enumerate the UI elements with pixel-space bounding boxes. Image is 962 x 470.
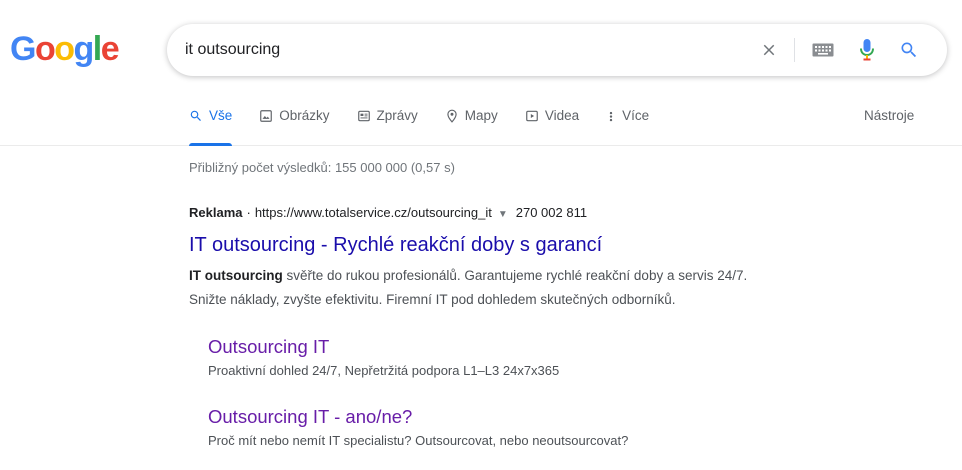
chevron-down-icon[interactable]: ▼: [498, 209, 508, 220]
search-icon[interactable]: [894, 24, 924, 76]
tab-news[interactable]: Zprávy: [357, 108, 418, 146]
logo-letter: G: [10, 30, 36, 68]
tab-label: Zprávy: [376, 108, 418, 123]
ad-description: IT outsourcing svěřte do rukou profesion…: [189, 264, 889, 312]
tab-label: Vše: [209, 108, 233, 123]
search-input[interactable]: [185, 36, 745, 64]
sitelink: Outsourcing IT Proaktivní dohled 24/7, N…: [208, 335, 559, 381]
ad-phone[interactable]: 270 002 811: [516, 205, 587, 220]
ad-url[interactable]: https://www.totalservice.cz/outsourcing_…: [255, 205, 492, 220]
ad-desc-line1: svěřte do rukou profesionálů. Garantujem…: [282, 268, 748, 283]
result-stats: Přibližný počet výsledků: 155 000 000 (0…: [189, 160, 455, 175]
sitelink-title[interactable]: Outsourcing IT - ano/ne?: [208, 405, 628, 429]
keyboard-icon[interactable]: [809, 24, 837, 76]
image-icon: [260, 110, 273, 122]
microphone-icon[interactable]: [855, 24, 879, 76]
video-icon: [525, 110, 538, 122]
sitelink: Outsourcing IT - ano/ne? Proč mít nebo n…: [208, 405, 628, 451]
logo-letter: o: [34, 30, 56, 68]
header: Google Vše Obrázky Zprávy: [0, 0, 962, 146]
clear-icon[interactable]: [755, 24, 783, 76]
tab-images[interactable]: Obrázky: [259, 108, 330, 146]
tools-button[interactable]: Nástroje: [864, 108, 914, 123]
more-vert-icon: [609, 111, 613, 122]
tab-all[interactable]: Vše: [189, 108, 233, 146]
logo-letter: l: [92, 30, 102, 68]
tab-maps[interactable]: Mapy: [445, 108, 498, 146]
tab-label: Videa: [544, 108, 580, 123]
logo-letter: o: [54, 30, 75, 68]
search-icon: [190, 110, 201, 121]
sitelink-description: Proaktivní dohled 24/7, Nepřetržitá podp…: [208, 363, 560, 378]
tab-label: Mapy: [464, 108, 498, 123]
ad-separator: ·: [246, 205, 251, 220]
sitelink-description: Proč mít nebo nemít IT specialistu? Outs…: [208, 433, 629, 448]
map-pin-icon: [447, 109, 457, 123]
tab-label: Obrázky: [279, 108, 330, 123]
ad-header: Reklama · https://www.totalservice.cz/outs…: [189, 205, 587, 220]
logo-letter: g: [73, 30, 95, 68]
tab-more[interactable]: Více: [606, 108, 649, 146]
search-divider: [794, 38, 795, 62]
ad-label: Reklama: [189, 205, 243, 220]
ad-title-link[interactable]: IT outsourcing - Rychlé reakční doby s g…: [189, 232, 602, 258]
tab-label: Více: [622, 108, 650, 123]
search-tabs: Vše Obrázky Zprávy Mapy Videa Více: [189, 108, 676, 146]
sitelink-title[interactable]: Outsourcing IT: [208, 335, 559, 359]
news-icon: [357, 110, 370, 122]
logo-letter: e: [100, 30, 120, 68]
ad-desc-bold: IT outsourcing: [189, 268, 283, 283]
tab-videos[interactable]: Videa: [525, 108, 579, 146]
google-logo[interactable]: Google: [10, 30, 120, 68]
search-box: [167, 24, 947, 76]
ad-desc-line2: Snižte náklady, zvyšte efektivitu. Firem…: [189, 292, 676, 307]
